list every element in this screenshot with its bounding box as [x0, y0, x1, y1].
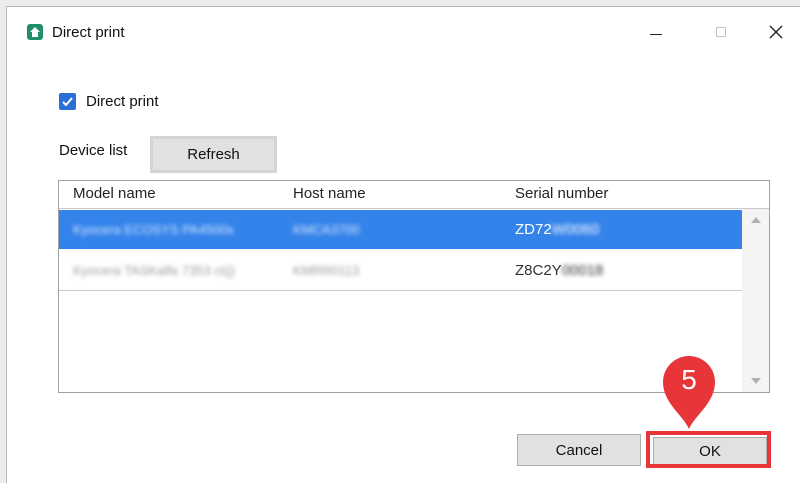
serial-prefix: ZD72 [515, 221, 552, 238]
maximize-icon[interactable] [699, 17, 745, 47]
step-number: 5 [681, 364, 697, 395]
device-list-header: Model name Host name Serial number [59, 181, 769, 209]
table-row[interactable]: Kyocera ECOSYS PA4500x KMCA3700 ZD72W006… [59, 210, 742, 249]
scroll-down-icon[interactable] [751, 378, 761, 384]
direct-print-dialog: Direct print Direct print Device list Re… [6, 6, 800, 483]
title-bar: Direct print [7, 7, 800, 53]
refresh-button[interactable]: Refresh [150, 136, 277, 173]
direct-print-checkbox[interactable] [59, 93, 76, 110]
window-title: Direct print [52, 24, 125, 41]
host-name-cell: KMCA3700 [293, 222, 360, 237]
ok-button-highlight [646, 431, 771, 468]
column-host-name[interactable]: Host name [293, 185, 366, 202]
cancel-button[interactable]: Cancel [517, 434, 641, 466]
host-name-cell: KMRR0113 [293, 263, 360, 278]
column-model-name[interactable]: Model name [73, 185, 156, 202]
serial-number-cell: ZD72W0060 [515, 221, 599, 238]
direct-print-label: Direct print [86, 93, 159, 110]
app-print-icon [27, 24, 43, 40]
step-callout: 5 [657, 351, 721, 431]
column-serial-number[interactable]: Serial number [515, 185, 608, 202]
serial-rest: 00018 [561, 262, 604, 279]
close-icon[interactable] [753, 17, 799, 47]
model-name-cell: Kyocera TASKalfa 7353 ci(j) [73, 263, 236, 278]
table-row[interactable]: Kyocera TASKalfa 7353 ci(j) KMRR0113 Z8C… [59, 251, 742, 291]
device-list-label: Device list [59, 142, 128, 159]
serial-rest: W0060 [551, 221, 600, 238]
minimize-icon[interactable] [633, 17, 679, 47]
scroll-up-icon[interactable] [751, 217, 761, 223]
vertical-scrollbar[interactable] [742, 209, 769, 392]
serial-number-cell: Z8C2Y00018 [515, 262, 603, 279]
serial-prefix: Z8C2Y [515, 262, 562, 279]
model-name-cell: Kyocera ECOSYS PA4500x [73, 222, 234, 237]
